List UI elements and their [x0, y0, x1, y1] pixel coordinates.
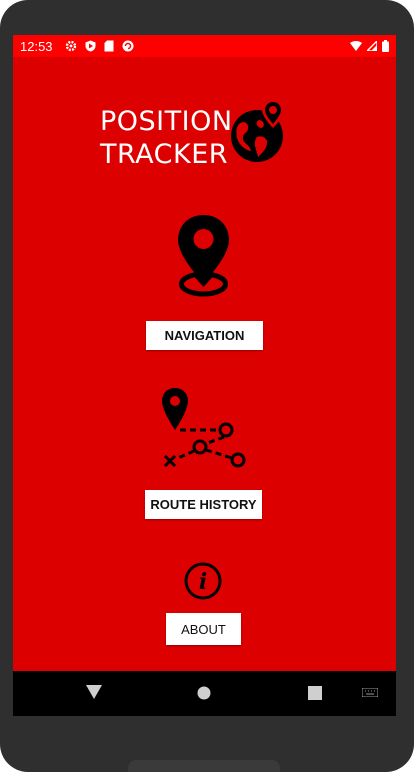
- app-title: POSITION TRACKER: [100, 105, 233, 171]
- system-navigation-bar: [13, 671, 396, 716]
- app-title-line-1: POSITION: [100, 106, 233, 137]
- info-icon: i: [184, 562, 222, 600]
- location-pin-icon: [178, 215, 229, 297]
- status-bar: 12:53: [13, 35, 396, 57]
- sim-card-icon: [104, 40, 114, 52]
- navigation-button[interactable]: NAVIGATION: [146, 321, 263, 350]
- device-frame: 12:53 POSITION TRACKER NAVIGATION ROUTE …: [0, 0, 414, 772]
- app-title-line-2: TRACKER: [100, 139, 229, 170]
- route-history-button[interactable]: ROUTE HISTORY: [145, 490, 262, 519]
- device-bottom-edge: [128, 760, 280, 772]
- gear-icon: [65, 40, 76, 52]
- about-button[interactable]: ABOUT: [166, 613, 241, 645]
- globe-location-icon: [231, 99, 284, 162]
- recents-icon[interactable]: [308, 686, 322, 700]
- status-notification-icons: [65, 40, 134, 52]
- app-screen: 12:53 POSITION TRACKER NAVIGATION ROUTE …: [13, 35, 396, 716]
- signal-icon: [367, 41, 377, 51]
- status-time: 12:53: [20, 38, 53, 54]
- svg-text:i: i: [199, 569, 207, 595]
- keyboard-icon[interactable]: [362, 688, 378, 697]
- status-system-icons: [350, 40, 389, 52]
- home-icon[interactable]: [197, 686, 211, 700]
- wifi-icon: [350, 41, 362, 51]
- back-icon[interactable]: [86, 685, 102, 699]
- route-path-icon: [162, 388, 246, 468]
- play-protect-icon: [85, 40, 96, 52]
- sync-icon: [122, 40, 134, 52]
- battery-icon: [382, 40, 389, 52]
